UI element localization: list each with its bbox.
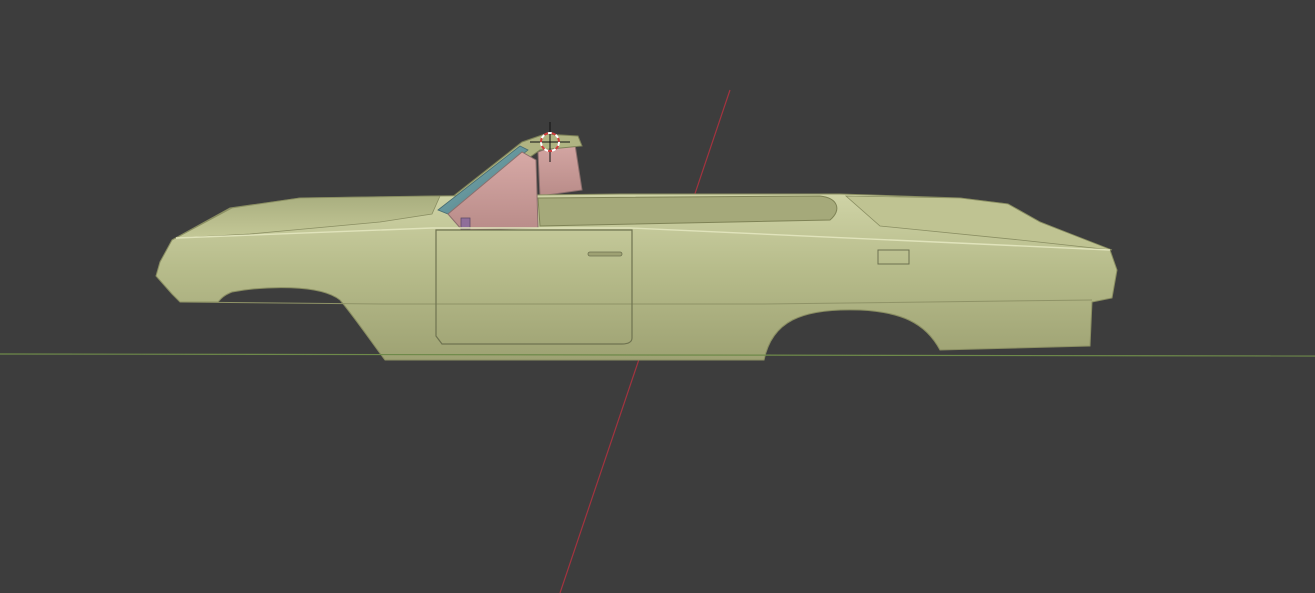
car-model[interactable] — [155, 133, 1118, 361]
3d-viewport[interactable] — [0, 0, 1315, 593]
viewport-canvas[interactable] — [0, 0, 1315, 593]
door-handle — [587, 251, 623, 257]
